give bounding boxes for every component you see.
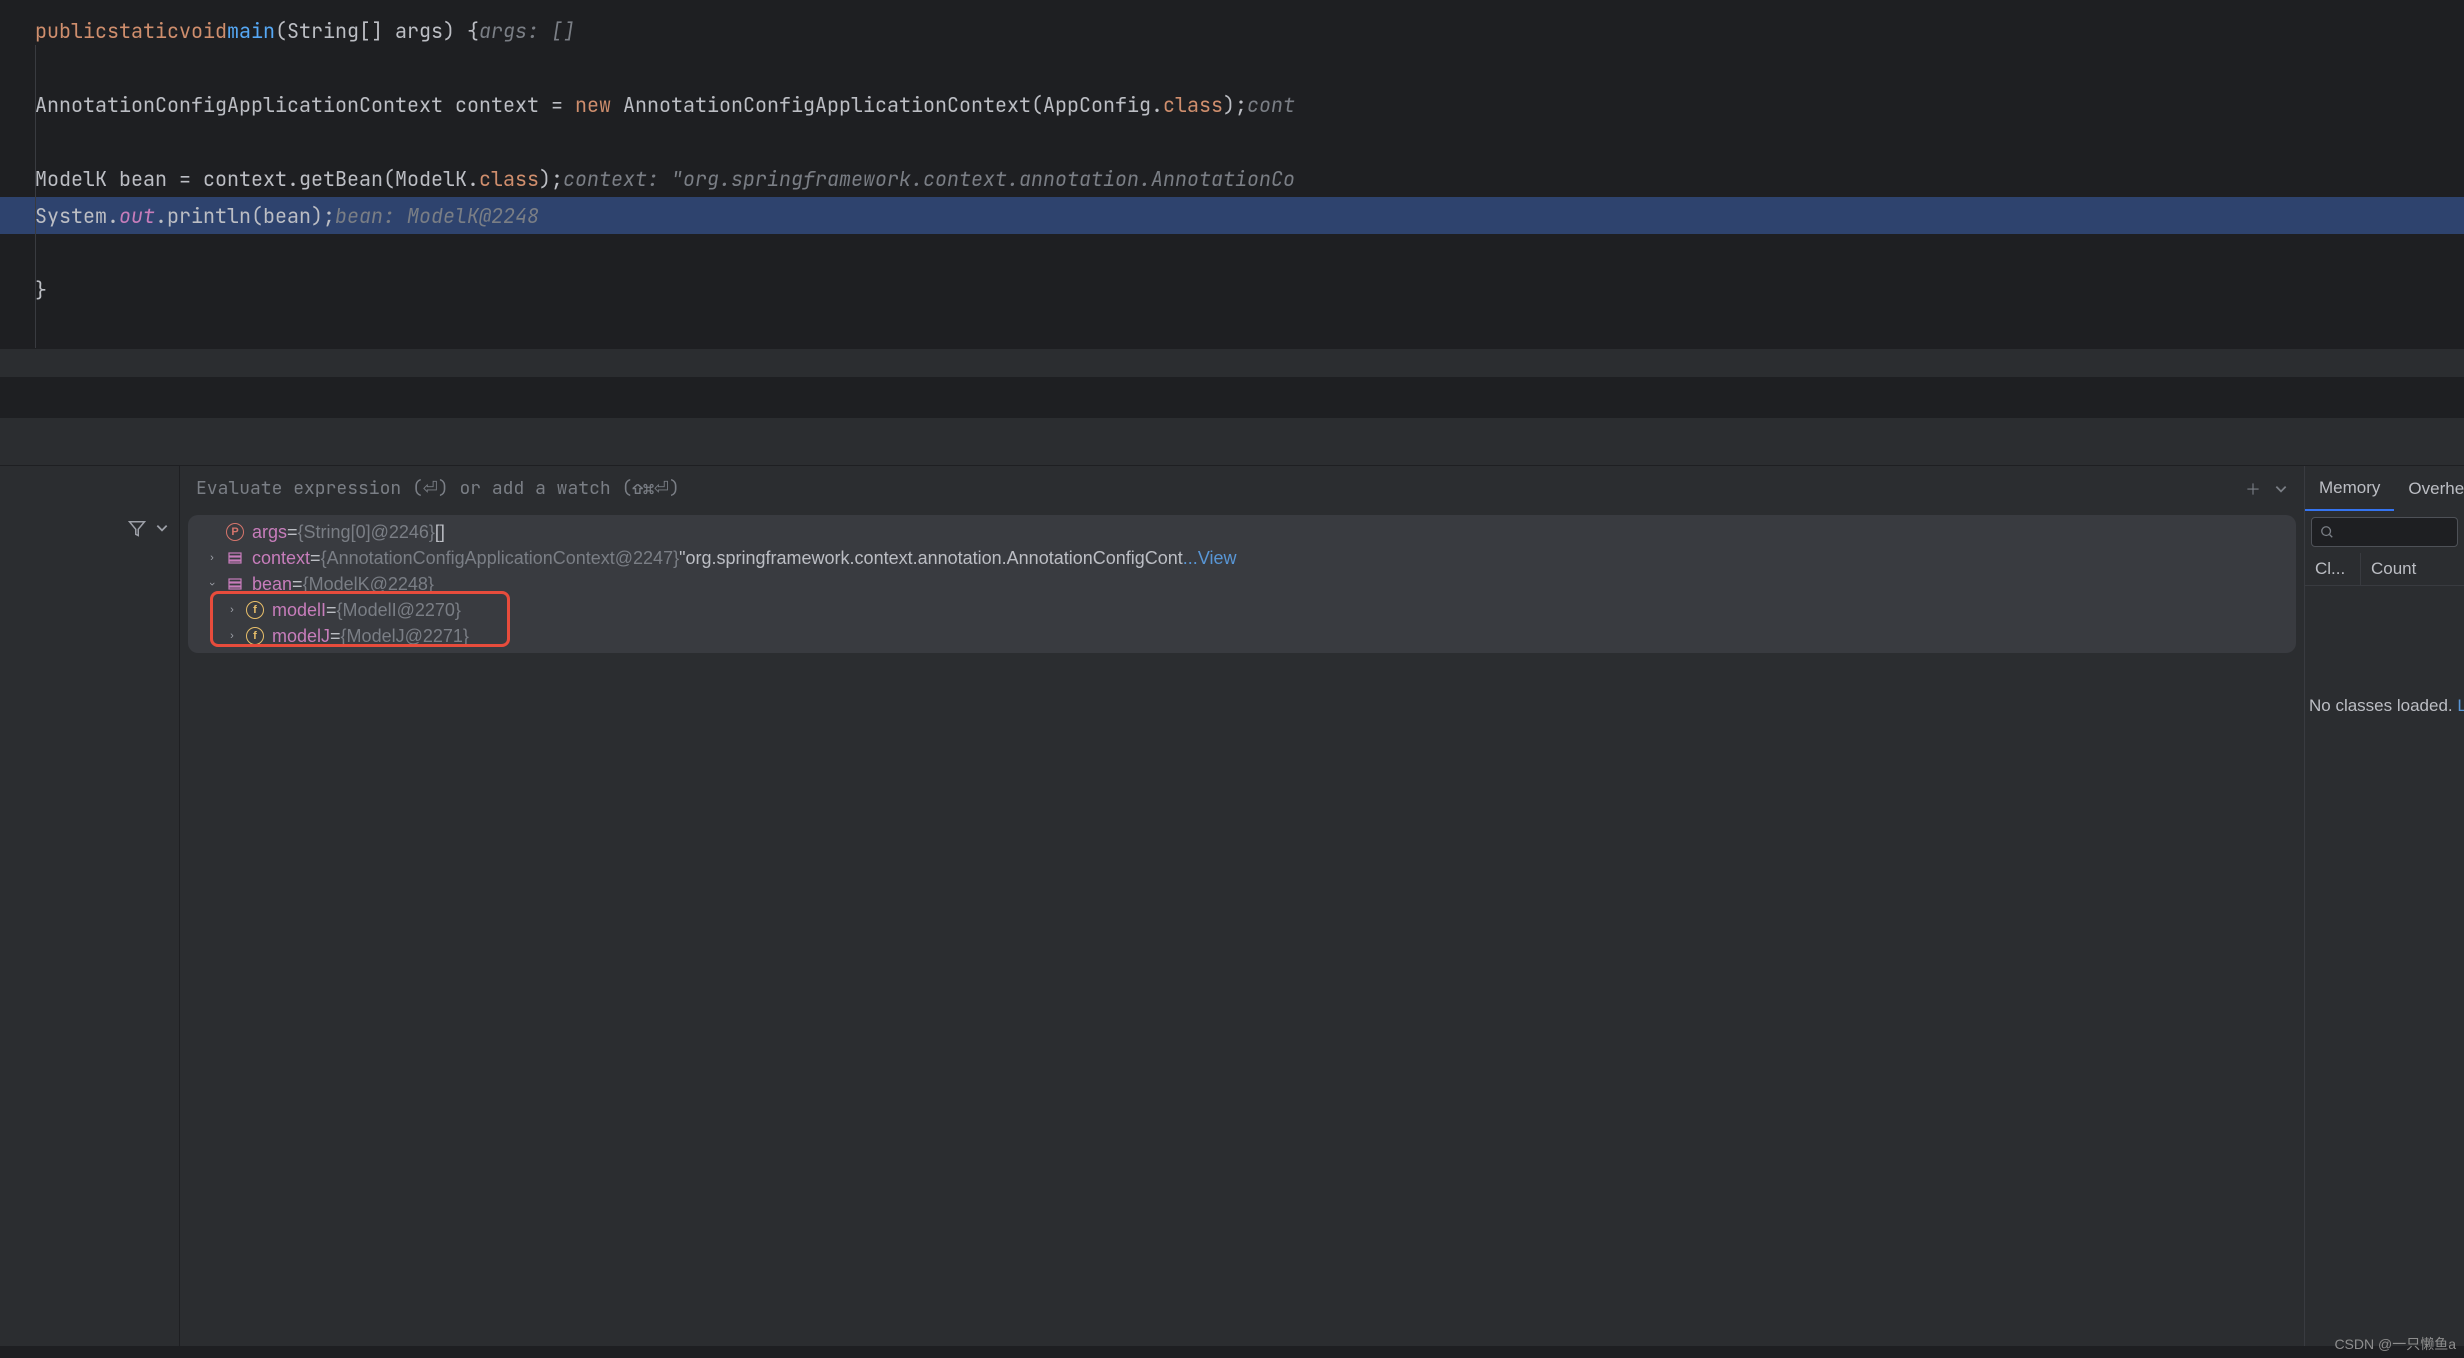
keyword: static [107, 18, 179, 44]
column-class[interactable]: Cl... [2305, 553, 2361, 585]
var-name: context [252, 548, 310, 569]
code-text: ModelK bean = context.getBean(ModelK. [35, 166, 479, 192]
debug-variables-panel: Evaluate expression (⏎) or add a watch (… [180, 466, 2304, 1346]
expand-arrow-icon[interactable]: › [224, 604, 240, 616]
var-type: {String[0]@2246} [298, 522, 435, 543]
keyword: void [179, 18, 227, 44]
variable-row-modelJ[interactable]: › f modelJ = {ModelJ@2271} [196, 623, 2288, 649]
code-line-current[interactable]: System.out.println(bean); bean: ModelK@2… [0, 197, 2464, 234]
right-panel-tabs: Memory Overhea [2305, 466, 2464, 511]
keyword: class [1163, 92, 1223, 118]
variable-row-modelI[interactable]: › f modelI = {ModelI@2270} [196, 597, 2288, 623]
separator [0, 378, 2464, 418]
code-line[interactable]: AnnotationConfigApplicationContext conte… [0, 86, 2464, 123]
memory-panel: Memory Overhea Cl... Count No classes lo… [2304, 466, 2464, 1346]
search-icon [2320, 525, 2334, 539]
column-count[interactable]: Count [2361, 553, 2426, 585]
eval-placeholder: Evaluate expression (⏎) or add a watch (… [196, 477, 680, 500]
var-type: {ModelJ@2271} [341, 626, 469, 647]
view-link[interactable]: View [1198, 548, 1237, 569]
code-text: System. [35, 203, 119, 229]
parameter-icon: P [226, 523, 244, 541]
chevron-down-icon[interactable] [155, 521, 169, 535]
code-line[interactable]: ModelK bean = context.getBean(ModelK.cla… [0, 160, 2464, 197]
keyword: class [479, 166, 539, 192]
code-line[interactable]: public static void main(String[] args) {… [0, 12, 2464, 49]
function-name: main [227, 18, 275, 44]
debug-panel: Evaluate expression (⏎) or add a watch (… [0, 466, 2464, 1346]
var-name: bean [252, 574, 292, 595]
inlay-hint: args: [] [479, 18, 575, 44]
separator [0, 418, 2464, 466]
code-text: AnnotationConfigApplicationContext(AppCo… [611, 92, 1163, 118]
var-type: {ModelI@2270} [337, 600, 461, 621]
evaluate-expression-bar[interactable]: Evaluate expression (⏎) or add a watch (… [180, 466, 2304, 511]
collapse-arrow-icon[interactable]: › [206, 576, 218, 592]
code-editor[interactable]: public static void main(String[] args) {… [0, 0, 2464, 348]
code-text: AnnotationConfigApplicationContext conte… [35, 92, 575, 118]
object-icon [226, 549, 244, 567]
inlay-hint: cont [1247, 92, 1295, 118]
var-type: {ModelK@2248} [303, 574, 434, 595]
keyword: new [575, 92, 611, 118]
debug-frames-panel[interactable] [0, 466, 180, 1346]
memory-search-input[interactable] [2311, 517, 2458, 547]
indent-guide [35, 45, 36, 348]
more-link[interactable]: ... [1183, 548, 1198, 569]
var-type: {AnnotationConfigApplicationContext@2247… [321, 548, 680, 569]
var-name: modelI [272, 600, 326, 621]
var-value: [] [435, 522, 445, 543]
code-text: ); [1223, 92, 1247, 118]
var-value: "org.springframework.context.annotation.… [679, 548, 1183, 569]
object-icon [226, 575, 244, 593]
inlay-hint: context: "org.springframework.context.an… [563, 166, 1295, 192]
code-line[interactable] [0, 234, 2464, 271]
chevron-down-icon[interactable] [2274, 482, 2288, 496]
tab-overhead[interactable]: Overhea [2394, 466, 2464, 511]
field-ref: out [119, 203, 155, 229]
code-text: .println(bean); [155, 203, 335, 229]
var-name: modelJ [272, 626, 330, 647]
code-text: ); [539, 166, 563, 192]
code-line[interactable]: } [0, 271, 2464, 308]
var-name: args [252, 522, 287, 543]
expand-arrow-icon[interactable]: › [204, 552, 220, 564]
separator [0, 348, 2464, 378]
variables-list[interactable]: P args = {String[0]@2246} [] › context =… [188, 515, 2296, 653]
filter-icon[interactable] [127, 518, 147, 538]
field-icon: f [246, 601, 264, 619]
code-text: } [35, 277, 47, 303]
add-watch-icon[interactable] [2244, 480, 2262, 498]
inlay-hint: bean: ModelK@2248 [335, 203, 539, 229]
variable-row-context[interactable]: › context = {AnnotationConfigApplication… [196, 545, 2288, 571]
code-line[interactable] [0, 123, 2464, 160]
variable-row-bean[interactable]: › bean = {ModelK@2248} [196, 571, 2288, 597]
load-classes-link[interactable]: Lo [2457, 696, 2464, 715]
field-icon: f [246, 627, 264, 645]
keyword: public [35, 18, 107, 44]
expand-arrow-icon[interactable]: › [224, 630, 240, 642]
memory-table-header: Cl... Count [2305, 553, 2464, 586]
no-classes-message: No classes loaded. Lo [2305, 696, 2464, 716]
watermark: CSDN @一只懒鱼a [2334, 1334, 2456, 1354]
variable-row-args[interactable]: P args = {String[0]@2246} [] [196, 519, 2288, 545]
code-line[interactable] [0, 49, 2464, 86]
tab-memory[interactable]: Memory [2305, 466, 2394, 511]
code-text: (String[] args) { [275, 18, 479, 44]
